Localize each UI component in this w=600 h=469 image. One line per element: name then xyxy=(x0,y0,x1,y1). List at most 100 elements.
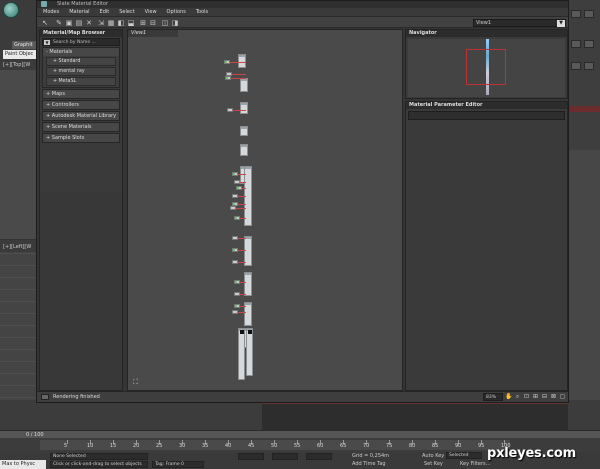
ruler-label: 5 xyxy=(64,443,68,449)
command-panel-rollouts xyxy=(569,150,600,430)
zoom-field[interactable]: 83% xyxy=(483,393,503,401)
map-preview-swatch xyxy=(240,330,244,334)
controllers-group-header[interactable]: + Controllers xyxy=(43,101,119,109)
autodesk-library-group-header[interactable]: + Autodesk Material Library xyxy=(43,112,119,120)
scene-materials-group-header[interactable]: + Scene Materials xyxy=(43,123,119,131)
editor-title-bar[interactable]: Slate Material Editor xyxy=(37,1,568,8)
ruler-label: 15 xyxy=(110,443,117,449)
ruler-label: 25 xyxy=(156,443,163,449)
key-mode-select[interactable]: Selected xyxy=(446,452,482,459)
browser-options-icon[interactable]: ▼ xyxy=(44,40,50,45)
show-background-icon[interactable]: ◧ xyxy=(117,19,125,27)
material-category-standard[interactable]: + Standard xyxy=(46,57,116,66)
material-node[interactable] xyxy=(240,126,248,136)
menu-tools[interactable]: Tools xyxy=(196,9,208,15)
browser-empty-area xyxy=(40,192,122,390)
modify-tab-icon[interactable] xyxy=(584,10,594,18)
ruler-label: 60 xyxy=(317,443,324,449)
put-to-library-icon[interactable]: ▤ xyxy=(75,19,83,27)
zoom-region-icon[interactable]: ⊡ xyxy=(523,393,530,401)
delete-icon[interactable]: ✕ xyxy=(85,19,93,27)
left-viewport[interactable] xyxy=(0,252,36,422)
graphite-tab[interactable]: Graphit xyxy=(12,41,38,49)
time-tag-field[interactable]: Tag: Frame 0 xyxy=(152,461,204,468)
menu-material[interactable]: Material xyxy=(69,9,89,15)
left-viewport-label[interactable]: [+][Left][W xyxy=(3,244,31,250)
material-node[interactable] xyxy=(238,54,246,68)
node-view-area[interactable]: View1 ⛶ xyxy=(127,29,403,391)
view-select-dropdown[interactable]: View1 ▼ xyxy=(473,19,566,27)
zoom-icon[interactable]: ⌕ xyxy=(514,393,521,401)
material-node[interactable] xyxy=(244,272,252,296)
sample-slots-group: + Sample Slots xyxy=(42,133,120,143)
render-status-icon xyxy=(41,394,49,400)
material-node[interactable] xyxy=(240,144,248,156)
display-tab-icon[interactable] xyxy=(571,62,581,70)
select-tool-icon[interactable]: ↖ xyxy=(41,19,49,27)
menu-view[interactable]: View xyxy=(145,9,157,15)
top-viewport[interactable] xyxy=(0,70,36,240)
ruler-label: 45 xyxy=(248,443,255,449)
material-node[interactable] xyxy=(240,102,248,114)
maxscript-listener[interactable]: Max to Physc xyxy=(0,460,46,469)
z-coordinate-field[interactable] xyxy=(306,453,332,460)
paint-objects-tab[interactable]: Paint Objec xyxy=(3,50,37,59)
set-key-button[interactable]: Set Key xyxy=(424,461,443,467)
node-wire xyxy=(230,62,246,63)
color-swatch[interactable] xyxy=(570,106,600,112)
material-category-mental-ray[interactable]: + mental ray xyxy=(46,67,116,76)
move-children-icon[interactable]: ⇲ xyxy=(97,19,105,27)
chevron-down-icon[interactable]: ▼ xyxy=(557,20,565,27)
motion-tab-icon[interactable] xyxy=(584,40,594,48)
browser-toggle-icon[interactable]: ◫ xyxy=(161,19,169,27)
navigator-view-frame[interactable] xyxy=(466,49,506,85)
add-time-tag-button[interactable]: Add Time Tag xyxy=(352,461,386,467)
y-coordinate-field[interactable] xyxy=(272,453,298,460)
app-logo-icon[interactable] xyxy=(3,2,19,18)
key-filters-button[interactable]: Key Filters... xyxy=(460,461,490,467)
menu-edit[interactable]: Edit xyxy=(100,9,110,15)
show-map-icon[interactable]: ▦ xyxy=(107,19,115,27)
frame-all-icon[interactable]: ▢ xyxy=(559,393,566,401)
layout-all-icon[interactable]: ⊞ xyxy=(139,19,147,27)
menu-options[interactable]: Options xyxy=(167,9,186,15)
binoculars-icon[interactable]: ⛶ xyxy=(133,378,138,387)
navigator-panel: Navigator xyxy=(405,29,568,99)
navigator-preview[interactable] xyxy=(408,39,565,97)
maps-group-header[interactable]: + Maps xyxy=(43,90,119,98)
show-end-result-icon[interactable]: ⬓ xyxy=(127,19,135,27)
menu-select[interactable]: Select xyxy=(119,9,134,15)
view-tab-view1[interactable]: View1 xyxy=(128,30,178,37)
materials-group-header[interactable]: - Materials xyxy=(43,48,119,56)
time-slider[interactable]: 0 / 100 xyxy=(0,430,600,438)
material-node[interactable] xyxy=(238,328,245,380)
zoom-selected-icon[interactable]: ⊟ xyxy=(541,393,548,401)
pan-icon[interactable]: ✋ xyxy=(505,393,512,401)
hierarchy-tab-icon[interactable] xyxy=(571,40,581,48)
autodesk-library-group: + Autodesk Material Library xyxy=(42,111,120,121)
x-coordinate-field[interactable] xyxy=(238,453,264,460)
material-node[interactable] xyxy=(246,328,253,376)
parameter-editor-toggle-icon[interactable]: ◨ xyxy=(171,19,179,27)
material-node[interactable] xyxy=(240,78,248,92)
menu-modes[interactable]: Modes xyxy=(43,9,59,15)
pick-material-icon[interactable]: ✎ xyxy=(55,19,63,27)
mpe-name-field[interactable] xyxy=(408,111,565,120)
pan-to-selected-icon[interactable]: ⊠ xyxy=(550,393,557,401)
browser-search-input[interactable]: ▼ Search by Name ... xyxy=(42,38,120,46)
track-bar[interactable]: 5 10 15 20 25 30 35 40 45 50 55 60 65 70 75 80 85 90 95 100 xyxy=(40,440,511,450)
node-wire xyxy=(240,294,246,295)
material-parameter-editor: Material Parameter Editor xyxy=(405,101,568,391)
sample-slots-group-header[interactable]: + Sample Slots xyxy=(43,134,119,142)
create-tab-icon[interactable] xyxy=(571,10,581,18)
material-category-metasl[interactable]: + MetaSL xyxy=(46,77,116,86)
layout-children-icon[interactable]: ⊟ xyxy=(149,19,157,27)
auto-key-button[interactable]: Auto Key xyxy=(422,453,444,459)
zoom-extents-icon[interactable]: ⊞ xyxy=(532,393,539,401)
watermark: pxleyes.com xyxy=(487,446,576,461)
perspective-viewport[interactable] xyxy=(262,403,568,430)
assign-material-icon[interactable]: ▣ xyxy=(65,19,73,27)
top-viewport-label[interactable]: [+][Top][W xyxy=(3,62,30,68)
utilities-tab-icon[interactable] xyxy=(584,62,594,70)
time-counter: 0 / 100 xyxy=(26,432,44,438)
